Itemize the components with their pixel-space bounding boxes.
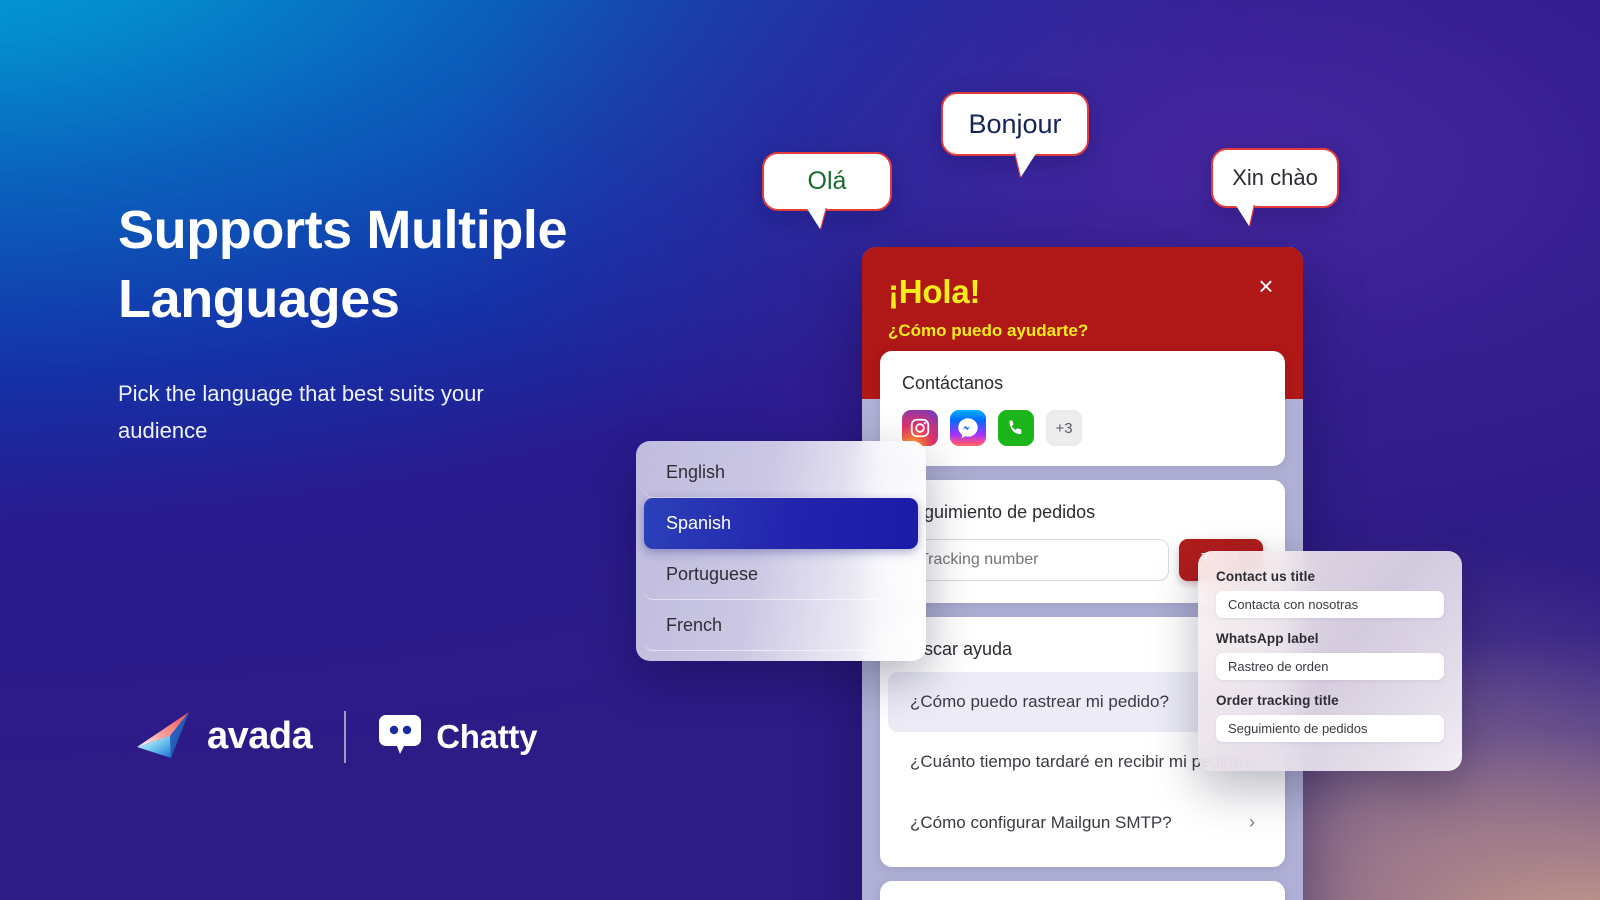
speech-bubble-tail	[1235, 204, 1254, 226]
phone-icon[interactable]	[998, 410, 1034, 446]
avada-lockup: avada	[135, 706, 313, 767]
language-option-english[interactable]: English	[644, 447, 918, 498]
language-option-french[interactable]: French	[644, 600, 918, 651]
brand-divider	[344, 710, 347, 763]
speech-bubble-tail	[1015, 152, 1037, 177]
translation-settings-panel: Contact us title Contacta con nosotras W…	[1198, 551, 1462, 771]
contact-us-card: Contáctanos +3	[880, 351, 1285, 466]
speech-bubble-vietnamese: Xin chào	[1211, 148, 1339, 226]
page-title: Supports Multiple Languages	[118, 200, 568, 330]
hero-subtitle: Pick the language that best suits your a…	[118, 381, 484, 443]
speech-bubble-text: Bonjour	[968, 108, 1062, 139]
chat-subgreeting: ¿Cómo puedo ayudarte?	[888, 321, 1089, 340]
speech-bubble-text: Xin chào	[1232, 165, 1318, 190]
chatty-wordmark: Chatty	[436, 717, 538, 755]
speech-bubble-text: Olá	[807, 167, 847, 195]
language-option-label: Spanish	[666, 513, 732, 533]
speech-bubble-tail	[806, 207, 826, 229]
chat-greeting: ¡Hola!	[888, 273, 981, 310]
contact-us-title: Contáctanos	[902, 373, 1004, 393]
tracking-number-input[interactable]	[902, 539, 1169, 581]
whatsapp-label-field[interactable]: Rastreo de orden	[1216, 653, 1444, 680]
speech-bubble-portuguese: Olá	[762, 152, 892, 229]
faq-item[interactable]: ¿Cómo configurar Mailgun SMTP? ›	[888, 792, 1277, 853]
chevron-right-icon: ›	[1249, 812, 1255, 832]
order-tracking-title: Seguimiento de pedidos	[902, 502, 1096, 522]
messenger-icon[interactable]	[950, 410, 986, 446]
chatty-lockup: Chatty	[378, 713, 537, 760]
chat-widget-footer-card	[880, 881, 1285, 900]
whatsapp-label-label: WhatsApp label	[1216, 631, 1319, 646]
chatty-bubble-icon	[378, 713, 422, 760]
contact-us-title-field[interactable]: Contacta con nosotras	[1216, 591, 1444, 618]
language-dropdown: English Spanish Portuguese French	[636, 441, 926, 661]
language-option-label: English	[666, 461, 726, 482]
contact-us-title-label: Contact us title	[1216, 569, 1316, 584]
language-option-portuguese[interactable]: Portuguese	[644, 549, 918, 600]
close-icon[interactable]: ×	[1253, 273, 1279, 300]
avada-logo-icon	[135, 706, 195, 767]
more-channels-badge[interactable]: +3	[1046, 410, 1082, 446]
language-option-label: Portuguese	[666, 563, 759, 584]
avada-wordmark: avada	[207, 715, 313, 757]
order-tracking-title-label: Order tracking title	[1216, 693, 1339, 708]
brand-lockup-row: avada Chatty	[135, 706, 537, 767]
hero-copy: Supports Multiple Languages Pick the lan…	[118, 196, 678, 449]
faq-question: ¿Cómo puedo rastrear mi pedido?	[910, 692, 1169, 711]
language-option-spanish[interactable]: Spanish	[644, 498, 918, 549]
order-tracking-title-field[interactable]: Seguimiento de pedidos	[1216, 715, 1444, 742]
language-option-label: French	[666, 614, 723, 635]
promo-canvas: Supports Multiple Languages Pick the lan…	[0, 0, 1600, 900]
faq-question: ¿Cómo configurar Mailgun SMTP?	[910, 812, 1172, 832]
contact-channel-list: +3	[880, 394, 1285, 446]
speech-bubble-french: Bonjour	[941, 92, 1089, 177]
